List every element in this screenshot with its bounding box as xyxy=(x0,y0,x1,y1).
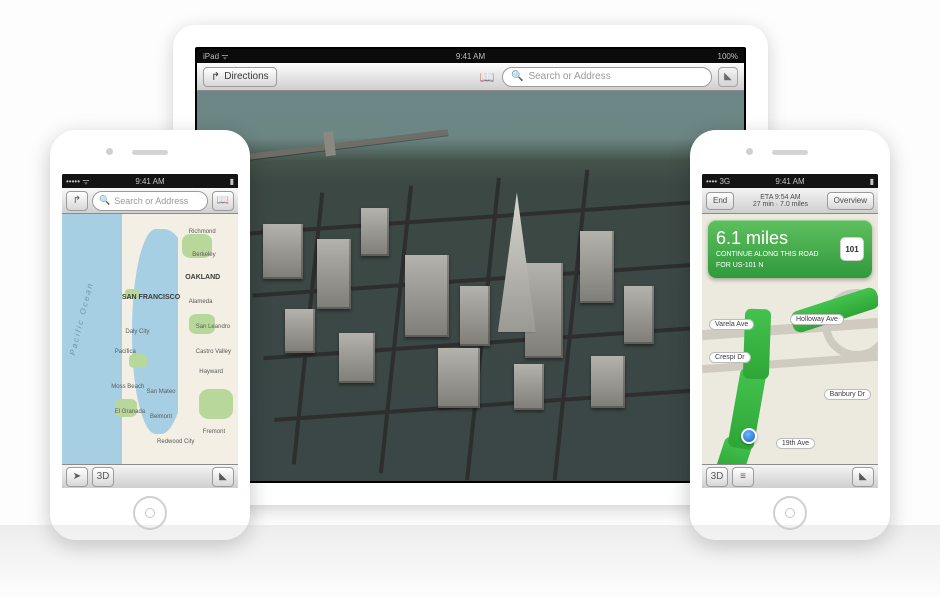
town-label: Pacifica xyxy=(115,349,136,355)
directions-button[interactable]: ↱ xyxy=(66,191,88,211)
status-bar: ••••• ᯤ 9:41 AM ▮ xyxy=(62,174,238,188)
status-bar: •••• 3G 9:41 AM ▮ xyxy=(702,174,878,188)
earpiece xyxy=(132,150,168,155)
3d-label: 3D xyxy=(711,471,724,482)
directions-label: Directions xyxy=(224,71,268,82)
list-icon: ≡ xyxy=(740,471,746,482)
search-input[interactable]: 🔍 Search or Address xyxy=(502,67,712,87)
3d-toggle-button[interactable]: 3D xyxy=(92,467,114,487)
iphone-right-screen: •••• 3G 9:41 AM ▮ End ETA 9:54 AM 27 min… xyxy=(702,174,878,488)
search-placeholder: Search or Address xyxy=(114,196,188,206)
front-camera xyxy=(746,148,753,155)
town-label: Moss Beach xyxy=(111,384,144,390)
status-time: 9:41 AM xyxy=(702,177,878,186)
page-curl-button[interactable]: ◣ xyxy=(718,67,738,87)
iphone-right-device: •••• 3G 9:41 AM ▮ End ETA 9:54 AM 27 min… xyxy=(690,130,890,540)
maps-toolbar: ↱ 🔍 Search or Address 📖 xyxy=(62,188,238,214)
3d-toggle-button[interactable]: 3D xyxy=(706,467,728,487)
page-curl-icon: ◣ xyxy=(724,71,732,82)
steps-list-button[interactable]: ≡ xyxy=(732,467,754,487)
eta-display: ETA 9:54 AM 27 min · 7.0 miles xyxy=(753,194,808,208)
end-route-button[interactable]: End xyxy=(706,192,734,210)
ipad-maps-toolbar: ↱ Directions 📖 🔍 Search or Address ◣ xyxy=(197,63,744,91)
current-location-icon xyxy=(741,428,757,444)
street-label: Varela Ave xyxy=(709,319,754,330)
street-label: Banbury Dr xyxy=(824,389,871,400)
search-icon: 🔍 xyxy=(511,71,523,82)
search-placeholder: Search or Address xyxy=(528,71,610,82)
ipad-screen: iPad ᯤ 9:41 AM 100% ↱ Directions 📖 🔍 Sea… xyxy=(197,49,744,481)
town-label: Richmond xyxy=(189,229,216,235)
street-label: Holloway Ave xyxy=(790,314,844,325)
town-label: Fremont xyxy=(203,429,225,435)
nav-bottom-bar: 3D ≡ ◣ xyxy=(702,464,878,488)
page-curl-icon: ◣ xyxy=(219,471,227,482)
town-label: Redwood City xyxy=(157,439,194,445)
directions-icon: ↱ xyxy=(211,70,220,83)
ipad-status-bar: iPad ᯤ 9:41 AM 100% xyxy=(197,49,744,63)
book-icon: 📖 xyxy=(217,195,229,206)
surface-reflection xyxy=(0,525,940,597)
front-camera xyxy=(106,148,113,155)
street-label: Crespi Dr xyxy=(709,352,751,363)
hint-line1: CONTINUE ALONG THIS ROAD xyxy=(716,251,819,259)
town-label: San Mateo xyxy=(146,389,175,395)
town-label: Castro Valley xyxy=(196,349,231,355)
route-shield-icon: 101 xyxy=(840,237,864,261)
nav-map-view[interactable]: 6.1 miles CONTINUE ALONG THIS ROAD FOR U… xyxy=(702,214,878,464)
ipad-device: iPad ᯤ 9:41 AM 100% ↱ Directions 📖 🔍 Sea… xyxy=(173,25,768,505)
street-label: 19th Ave xyxy=(776,438,815,449)
town-label: Berkeley xyxy=(192,252,215,258)
directions-button[interactable]: ↱ Directions xyxy=(203,67,277,87)
status-time: 9:41 AM xyxy=(62,177,238,186)
city-label-sf: SAN FRANCISCO xyxy=(122,294,180,301)
map-2d-view[interactable]: Pacific Ocean SAN FRANCISCO OAKLAND Rich… xyxy=(62,214,238,464)
bookmarks-button[interactable]: 📖 xyxy=(478,68,496,86)
page-curl-button[interactable]: ◣ xyxy=(212,467,234,487)
town-label: San Leandro xyxy=(196,324,230,330)
locate-me-button[interactable]: ➤ xyxy=(66,467,88,487)
page-curl-icon: ◣ xyxy=(859,471,867,482)
locate-icon: ➤ xyxy=(73,471,81,482)
town-label: El Granada xyxy=(115,409,145,415)
iphone-left-screen: ••••• ᯤ 9:41 AM ▮ ↱ 🔍 Search or Address … xyxy=(62,174,238,488)
ipad-bezel: iPad ᯤ 9:41 AM 100% ↱ Directions 📖 🔍 Sea… xyxy=(195,47,746,483)
search-icon: 🔍 xyxy=(99,195,110,206)
bookmarks-button[interactable]: 📖 xyxy=(212,191,234,211)
page-curl-button[interactable]: ◣ xyxy=(852,467,874,487)
book-icon: 📖 xyxy=(480,70,495,84)
earpiece xyxy=(772,150,808,155)
3d-label: 3D xyxy=(97,471,110,482)
ipad-map-3d-view[interactable] xyxy=(197,91,744,481)
town-label: Daly City xyxy=(125,329,149,335)
city-3d-render xyxy=(197,91,744,481)
ipad-status-time: 9:41 AM xyxy=(197,52,744,61)
hint-line2: FOR US-101 N xyxy=(716,262,819,270)
town-label: Belmont xyxy=(150,414,172,420)
town-label: Hayward xyxy=(199,369,223,375)
city-label-oakland: OAKLAND xyxy=(185,274,220,281)
nav-top-bar: End ETA 9:54 AM 27 min · 7.0 miles Overv… xyxy=(702,188,878,214)
directions-icon: ↱ xyxy=(73,195,81,206)
hint-distance: 6.1 miles xyxy=(716,228,819,249)
overview-button[interactable]: Overview xyxy=(827,192,874,210)
iphone-left-device: ••••• ᯤ 9:41 AM ▮ ↱ 🔍 Search or Address … xyxy=(50,130,250,540)
search-input[interactable]: 🔍 Search or Address xyxy=(92,191,208,211)
direction-hint-banner: 6.1 miles CONTINUE ALONG THIS ROAD FOR U… xyxy=(708,220,872,278)
town-label: Alameda xyxy=(189,299,213,305)
maps-bottom-bar: ➤ 3D ◣ xyxy=(62,464,238,488)
